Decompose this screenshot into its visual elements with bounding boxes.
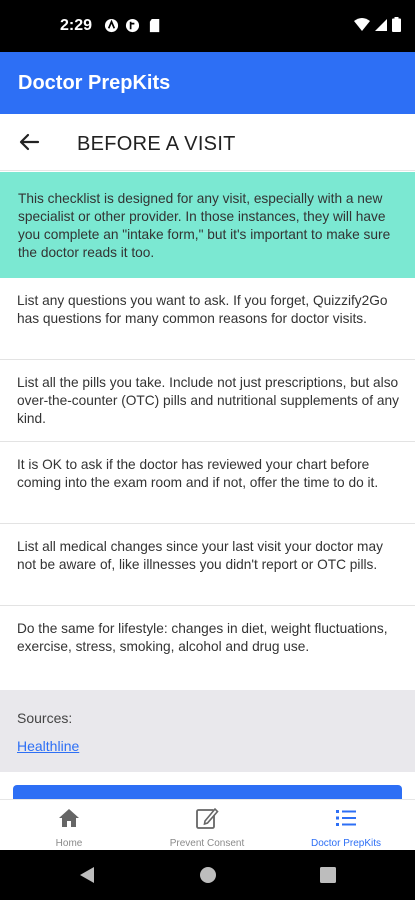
list-icon <box>336 810 356 826</box>
list-item: List all the pills you take. Include not… <box>0 360 415 442</box>
nav-doctor-prepkits-label: Doctor PrepKits <box>310 838 382 849</box>
system-nav-bar <box>0 850 415 900</box>
notification-icon <box>125 18 140 33</box>
battery-icon <box>392 17 401 32</box>
action-button[interactable] <box>13 785 402 799</box>
back-arrow-icon[interactable] <box>14 128 46 156</box>
checklist: List any questions you want to ask. If y… <box>0 278 415 693</box>
home-icon <box>59 809 79 827</box>
back-triangle-icon[interactable] <box>78 865 96 885</box>
list-item: List any questions you want to ask. If y… <box>0 278 415 360</box>
sources-label: Sources: <box>17 710 73 726</box>
intro-callout: This checklist is designed for any visit… <box>0 172 415 278</box>
page-title: BEFORE A VISIT <box>77 133 236 155</box>
sources-section: Sources: Healthline <box>0 690 415 772</box>
source-link-healthline[interactable]: Healthline <box>17 738 79 754</box>
home-circle-icon[interactable] <box>199 865 217 885</box>
nav-home-label: Home <box>55 838 83 849</box>
list-item: List all medical changes since your last… <box>0 524 415 606</box>
list-item: It is OK to ask if the doctor has review… <box>0 442 415 524</box>
bottom-nav: Home Prevent Consent Doctor PrepKits <box>0 799 415 850</box>
status-time: 2:29 <box>60 17 93 34</box>
nav-prevent-consent[interactable]: Prevent Consent <box>138 800 276 851</box>
app-title: Doctor PrepKits <box>18 72 171 94</box>
nav-prevent-consent-label: Prevent Consent <box>169 838 245 849</box>
nav-doctor-prepkits[interactable]: Doctor PrepKits <box>277 800 415 851</box>
sd-card-icon <box>149 18 160 33</box>
page-header: BEFORE A VISIT <box>0 114 415 171</box>
list-item: Do the same for lifestyle: changes in di… <box>0 606 415 693</box>
recents-square-icon[interactable] <box>319 865 337 885</box>
edit-icon <box>196 807 219 829</box>
status-bar: 2:29 <box>0 0 415 52</box>
wifi-icon <box>354 17 370 31</box>
vpn-key-icon <box>104 18 119 33</box>
signal-icon <box>375 18 387 31</box>
app-bar: Doctor PrepKits <box>0 52 415 114</box>
nav-home[interactable]: Home <box>0 800 138 851</box>
